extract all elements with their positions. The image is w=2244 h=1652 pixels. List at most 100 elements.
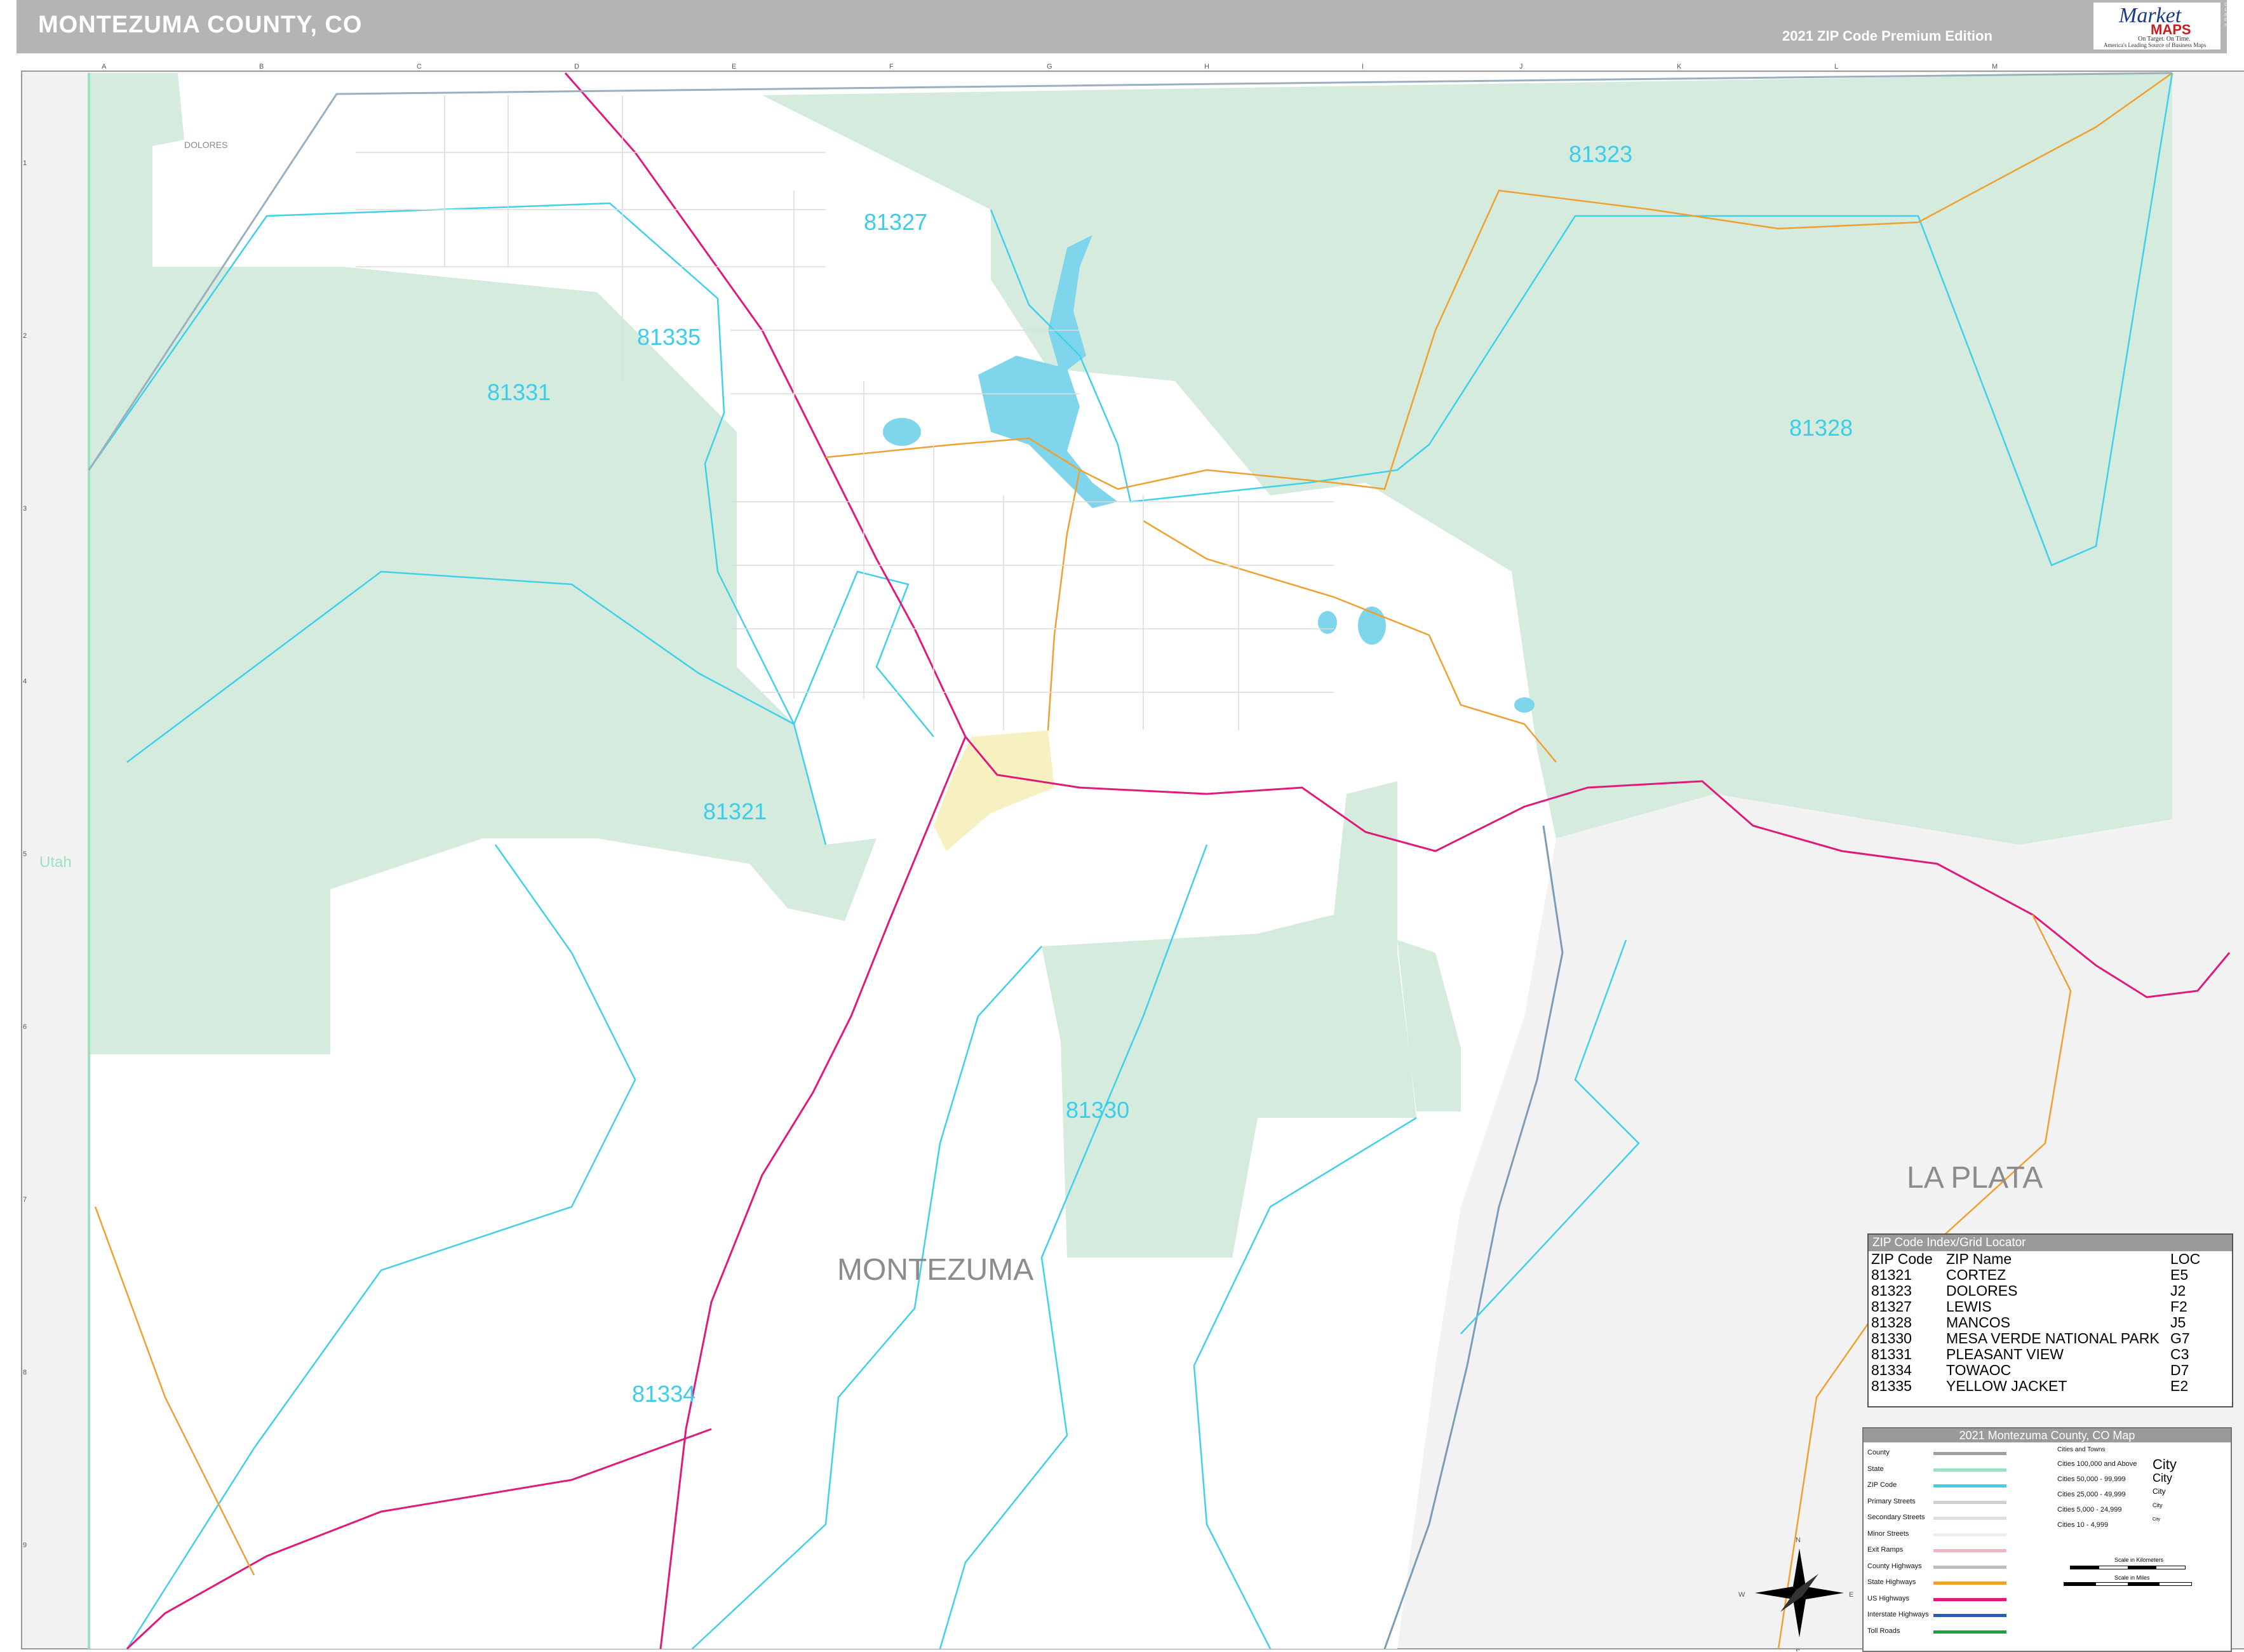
zip-label-81321: 81321	[703, 798, 767, 824]
grid-column-label: I	[1362, 63, 1364, 71]
zip-label-81323: 81323	[1569, 141, 1632, 167]
legend-swatch	[1933, 1452, 2006, 1455]
zip-code-cell: 81331	[1871, 1346, 1912, 1362]
legend-label: Interstate Highways	[1867, 1611, 1929, 1618]
cities-title: Cities and Towns	[2057, 1446, 2106, 1453]
city-sample-label: City	[2153, 1517, 2161, 1522]
grid-column-label: L	[1834, 63, 1838, 71]
grid-row-label: 7	[23, 1196, 27, 1204]
grid-column-label: C	[417, 63, 422, 71]
legend-swatch	[1933, 1484, 2006, 1487]
header-zip-name: ZIP Name	[1946, 1251, 2012, 1267]
scale-km-label: Scale in Kilometers	[2114, 1557, 2164, 1563]
zip-index-row: 81334 TOWAOC D7	[1869, 1362, 2232, 1378]
zip-code-cell: 81334	[1871, 1362, 1912, 1378]
zip-index-row: 81330 MESA VERDE NATIONAL PARK G7	[1869, 1331, 2232, 1346]
legend-label: Primary Streets	[1867, 1497, 1916, 1505]
county-label-montezuma: MONTEZUMA	[837, 1253, 1033, 1287]
zip-index-row: 81321 CORTEZ E5	[1869, 1267, 2232, 1283]
zip-code-cell: 81323	[1871, 1282, 1912, 1299]
compass-e: E	[1849, 1591, 1853, 1599]
zip-name-cell: PLEASANT VIEW	[1946, 1346, 2064, 1362]
zip-label-81330: 81330	[1066, 1097, 1129, 1123]
zip-index-header: ZIP Code ZIP Name LOC	[1869, 1251, 2232, 1267]
loc-cell: J2	[2170, 1282, 2186, 1299]
loc-cell: G7	[2170, 1330, 2190, 1346]
zip-label-81331: 81331	[487, 379, 551, 405]
scale-km-bar	[2070, 1566, 2186, 1569]
small-lake	[1514, 697, 1535, 713]
grid-column-label: E	[732, 63, 736, 71]
loc-cell: E2	[2170, 1378, 2189, 1394]
grid-column-label: H	[1204, 63, 1209, 71]
grid-row-label: 8	[23, 1369, 27, 1376]
grid-row-label: 5	[23, 850, 27, 858]
legend-swatch	[1933, 1565, 2006, 1569]
compass-w: W	[1738, 1591, 1745, 1599]
scale-mi-bar	[2064, 1582, 2192, 1586]
zip-index-row: 81323 DOLORES J2	[1869, 1283, 2232, 1299]
grid-row-label: 9	[23, 1541, 27, 1549]
scale-bar: Scale in Kilometers Scale in Miles	[2064, 1557, 2222, 1595]
small-lake	[883, 418, 921, 446]
state-label-utah: Utah	[39, 854, 72, 871]
header-loc: LOC	[2170, 1251, 2201, 1267]
legend-swatch	[1933, 1581, 2006, 1585]
loc-cell: D7	[2170, 1362, 2189, 1378]
grid-row-label: 3	[23, 505, 27, 513]
county-label-la-plata: LA PLATA	[1907, 1161, 2043, 1195]
zip-name-cell: LEWIS	[1946, 1298, 1992, 1315]
city-class-label: Cities 50,000 - 99,999	[2057, 1475, 2126, 1483]
legend-swatch	[1933, 1517, 2006, 1520]
grid-column-label: J	[1519, 63, 1523, 71]
zip-index-row: 81327 LEWIS F2	[1869, 1299, 2232, 1315]
zip-name-cell: MESA VERDE NATIONAL PARK	[1946, 1330, 2160, 1346]
legend-label: ZIP Code	[1867, 1481, 1897, 1489]
city-class-label: Cities 100,000 and Above	[2057, 1460, 2137, 1468]
loc-cell: E5	[2170, 1266, 2189, 1283]
grid-row-label: 4	[23, 678, 27, 685]
zip-code-cell: 81327	[1871, 1298, 1912, 1315]
city-class-label: Cities 10 - 4,999	[2057, 1521, 2109, 1529]
scale-mi-label: Scale in Miles	[2114, 1575, 2150, 1581]
legend-swatch	[1933, 1500, 2006, 1504]
header-zip-code: ZIP Code	[1871, 1251, 1933, 1267]
loc-cell: F2	[2170, 1298, 2187, 1315]
legend-swatch	[1933, 1468, 2006, 1472]
grid-column-label: F	[889, 63, 894, 71]
loc-cell: J5	[2170, 1314, 2186, 1331]
legend-swatch	[1933, 1597, 2006, 1601]
zip-label-81334: 81334	[632, 1381, 695, 1407]
legend-label: Minor Streets	[1867, 1529, 1909, 1538]
zip-index-row: 81335 YELLOW JACKET E2	[1869, 1378, 2232, 1394]
grid-row-label: 2	[23, 332, 27, 340]
legend-label: US Highways	[1867, 1594, 1910, 1602]
zip-index-title: ZIP Code Index/Grid Locator	[1869, 1235, 2232, 1251]
zip-name-cell: CORTEZ	[1946, 1266, 2006, 1283]
legend-swatch	[1933, 1630, 2006, 1634]
legend-label: State Highways	[1867, 1578, 1916, 1586]
grid-column-label: B	[259, 63, 264, 71]
legend-label: State	[1867, 1465, 1884, 1473]
city-sample-label: City	[2153, 1502, 2163, 1508]
zip-code-cell: 81328	[1871, 1314, 1912, 1331]
zip-index-table: ZIP Code Index/Grid Locator ZIP Code ZIP…	[1867, 1233, 2233, 1407]
legend-label: County	[1867, 1449, 1890, 1456]
grid-column-label: M	[1992, 63, 1998, 71]
zip-code-cell: 81335	[1871, 1378, 1912, 1394]
legend-label: Exit Ramps	[1867, 1546, 1904, 1554]
zip-code-cell: 81321	[1871, 1266, 1912, 1283]
grid-column-label: G	[1047, 63, 1052, 71]
zip-index-row: 81328 MANCOS J5	[1869, 1315, 2232, 1331]
legend-swatch	[1933, 1533, 2006, 1536]
map-legend: 2021 Montezuma County, CO Map County Stat…	[1862, 1427, 2232, 1652]
city-class-label: Cities 5,000 - 24,999	[2057, 1506, 2122, 1514]
loc-cell: C3	[2170, 1346, 2189, 1362]
legend-title: 2021 Montezuma County, CO Map	[1864, 1428, 2231, 1442]
zip-name-cell: TOWAOC	[1946, 1362, 2012, 1378]
zip-name-cell: DOLORES	[1946, 1282, 2018, 1299]
grid-row-label: 6	[23, 1023, 27, 1031]
city-sample-label: City	[2153, 1487, 2166, 1496]
compass-s: S	[1796, 1648, 1800, 1651]
zip-label-81335: 81335	[637, 324, 701, 350]
